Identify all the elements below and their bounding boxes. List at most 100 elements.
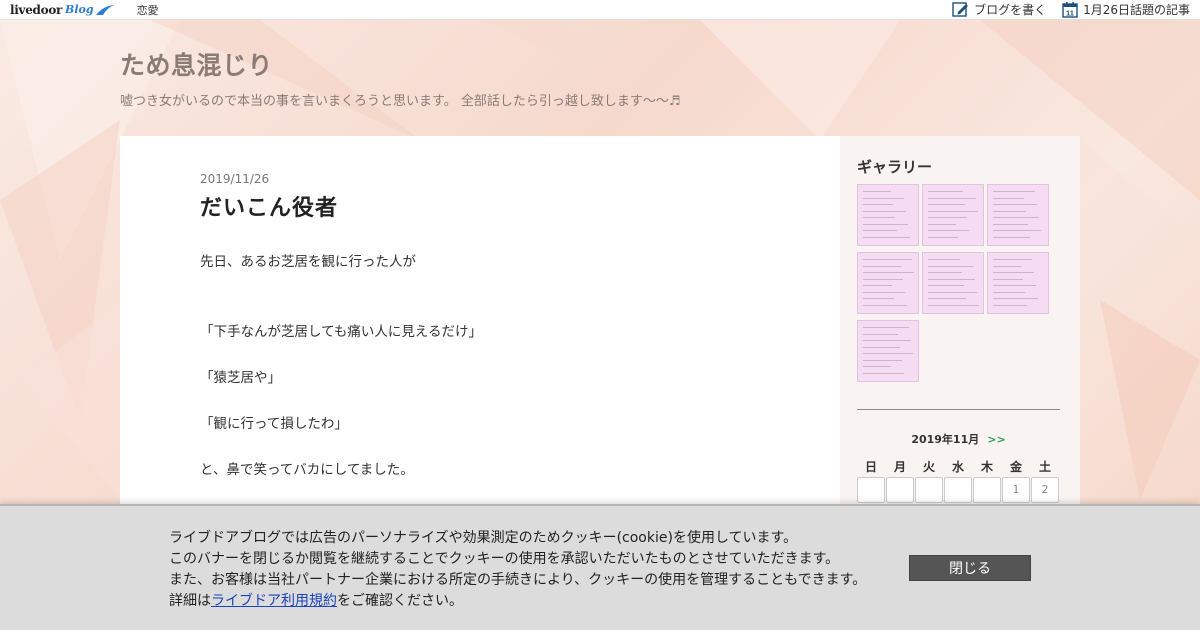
thumbnail-text-line	[993, 230, 1041, 231]
weekday-label: 木	[980, 460, 993, 474]
thumbnail-text-line	[863, 327, 909, 328]
pencil-edit-icon	[952, 2, 969, 17]
cookie-line: 詳細はライブドア利用規約をご確認ください。	[169, 591, 866, 612]
calendar-day	[973, 477, 1001, 503]
gallery-thumbnail[interactable]	[922, 252, 984, 314]
thumbnail-text-line	[928, 236, 958, 238]
topic-articles-link[interactable]: 11 1月26日話題の記事	[1062, 1, 1190, 18]
thumbnail-text-line	[863, 304, 907, 306]
top-bar: livedoor Blog 恋愛 ブログを書く 11 1月26日話題の記事	[0, 0, 1200, 20]
thumbnail-text-line	[928, 259, 960, 260]
calendar-day	[857, 477, 885, 503]
thumbnail-text-line	[993, 291, 1025, 293]
thumbnail-text-line	[993, 236, 1030, 238]
cookie-line: このバナーを閉じるか閲覧を継続することでクッキーの使用を承認いただいたものとさせ…	[169, 551, 840, 567]
cookie-line: また、お客様は当社パートナー企業における所定の手続きにより、クッキーの使用を管理…	[169, 572, 867, 588]
thumbnail-text-line	[928, 223, 956, 225]
thumbnail-text-line	[863, 204, 893, 205]
thumbnail-text-line	[863, 259, 912, 260]
thumbnail-text-line	[863, 353, 913, 354]
gallery-thumbnail[interactable]	[987, 184, 1049, 246]
thumbnail-text-line	[993, 278, 1023, 280]
calendar-next-link[interactable]: >>	[987, 433, 1005, 446]
thumbnail-text-line	[863, 298, 894, 299]
cookie-details-suffix: をご確認ください。	[337, 593, 463, 609]
gallery-heading: ギャラリー	[857, 158, 933, 176]
weekday-label: 火	[922, 460, 935, 474]
thumbnail-text-line	[928, 197, 976, 199]
thumbnail-text-line	[863, 230, 897, 231]
thumbnail-text-line	[928, 191, 963, 192]
cookie-message: ライブドアブログでは広告のパーソナライズや効果測定のためクッキー(cookie)…	[169, 528, 866, 612]
terms-of-use-link[interactable]: ライブドア利用規約	[211, 593, 337, 609]
thumbnail-text-line	[863, 359, 902, 361]
write-blog-label: ブログを書く	[974, 3, 1047, 17]
post-paragraph: 「下手なんが芝居しても痛い人に見えるだけ」	[200, 324, 483, 340]
cookie-details-prefix: 詳細は	[169, 593, 211, 609]
calendar-header: 2019年11月 >>	[857, 431, 1060, 447]
thumbnail-text-line	[863, 285, 892, 286]
calendar-icon: 11	[1062, 2, 1078, 18]
thumbnail-text-line	[863, 223, 908, 225]
thumbnail-text-line	[863, 291, 905, 293]
thumbnail-text-line	[863, 372, 904, 374]
write-blog-link[interactable]: ブログを書く	[952, 1, 1046, 18]
cookie-banner: ライブドアブログでは広告のパーソナライズや効果測定のためクッキー(cookie)…	[0, 504, 1200, 630]
calendar-day	[944, 477, 972, 503]
thumbnail-text-line	[928, 217, 967, 218]
gallery-thumbnail[interactable]	[857, 320, 919, 382]
logo-swoosh-icon	[95, 4, 114, 15]
topic-articles-label: 1月26日話題の記事	[1083, 3, 1190, 17]
thumbnail-text-line	[928, 272, 962, 273]
thumbnail-text-line	[928, 298, 966, 299]
post-paragraph: 「猿芝居や」	[200, 370, 281, 386]
thumbnail-text-line	[993, 217, 1039, 218]
gallery-thumbnail[interactable]	[987, 252, 1049, 314]
thumbnail-text-line	[863, 366, 891, 367]
calendar-day[interactable]: 1	[1002, 477, 1030, 503]
thumbnail-text-line	[928, 210, 978, 212]
calendar-month: 2019年11月	[911, 433, 980, 446]
blog-title[interactable]: ため息混じり	[120, 46, 273, 82]
thumbnail-text-line	[993, 204, 1037, 205]
weekday-label: 月	[893, 460, 906, 474]
thumbnail-text-line	[863, 236, 910, 238]
category-link[interactable]: 恋愛	[137, 2, 159, 18]
weekday-label: 日	[864, 460, 877, 474]
thumbnail-text-line	[928, 204, 965, 205]
calendar-day[interactable]: 2	[1031, 477, 1059, 503]
gallery-thumbnail[interactable]	[857, 184, 919, 246]
post-paragraph: 先日、あるお芝居を観に行った人が	[200, 254, 416, 270]
weekday-label: 水	[951, 460, 964, 474]
thumbnail-text-line	[993, 191, 1035, 192]
weekday-label: 土	[1038, 460, 1051, 474]
thumbnail-text-line	[993, 210, 1026, 212]
post-title[interactable]: だいこん役者	[200, 190, 338, 222]
thumbnail-text-line	[863, 340, 911, 341]
thumbnail-text-line	[863, 265, 901, 267]
thumbnail-text-line	[993, 259, 1032, 260]
post-paragraph: と、鼻で笑ってバカにしてました。	[200, 462, 414, 478]
calendar-day	[886, 477, 914, 503]
thumbnail-text-line	[993, 197, 1024, 199]
sidebar-divider	[857, 409, 1060, 410]
thumbnail-text-line	[863, 217, 895, 218]
calendar-weekdays: 日 月 火 水 木 金 土	[857, 458, 1060, 474]
thumbnail-text-line	[863, 191, 891, 192]
close-banner-button[interactable]: 閉じる	[909, 555, 1031, 581]
thumbnail-text-line	[863, 197, 904, 199]
thumbnail-text-line	[863, 346, 900, 348]
calendar-day	[915, 477, 943, 503]
post-paragraph: 「観に行って損したわ」	[200, 416, 348, 432]
gallery-thumbnail[interactable]	[922, 184, 984, 246]
calendar-icon-day: 11	[1066, 9, 1074, 18]
thumbnail-text-line	[993, 298, 1038, 299]
thumbnail-text-line	[863, 210, 906, 212]
thumbnail-text-line	[863, 278, 903, 280]
livedoor-blog-logo[interactable]: livedoor Blog	[10, 0, 115, 20]
thumbnail-text-line	[928, 304, 979, 306]
thumbnail-text-line	[993, 285, 1036, 286]
gallery-thumbnail[interactable]	[857, 252, 919, 314]
thumbnail-text-line	[928, 291, 977, 293]
thumbnail-text-line	[928, 265, 973, 267]
